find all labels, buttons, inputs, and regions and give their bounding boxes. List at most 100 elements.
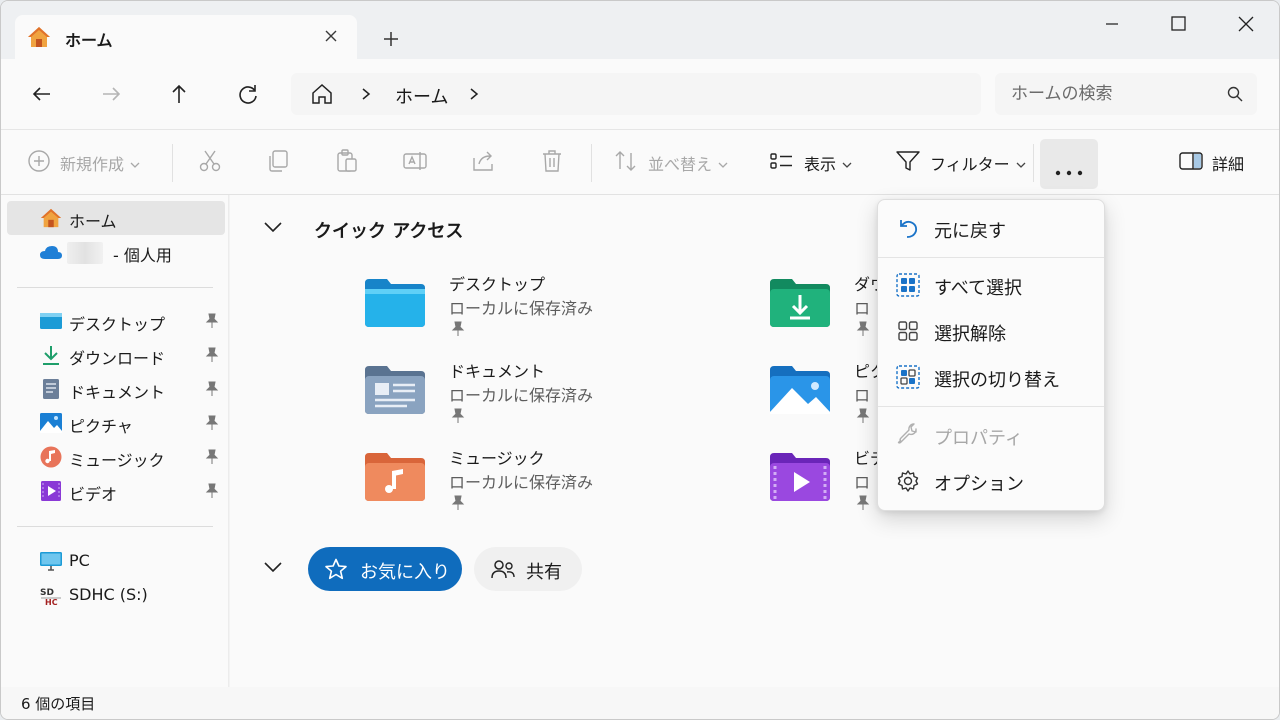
address-bar[interactable]: ホーム [291,73,981,115]
quick-access-item-documents[interactable]: ドキュメント ローカルに保存済み [363,362,663,440]
chevron-right-icon[interactable] [467,86,481,106]
details-button[interactable]: 詳細 [1179,140,1244,186]
sidebar-item-desktop[interactable]: デスクトップ [7,304,225,338]
desktop-folder-icon [363,275,427,331]
downloads-folder-icon [768,275,832,331]
refresh-button[interactable] [233,79,263,109]
delete-button[interactable] [539,140,565,186]
pin-icon[interactable] [205,415,219,435]
filter-button[interactable]: フィルター [895,140,1026,186]
sidebar-item-label: ミュージック [69,451,165,470]
menu-item-label: すべて選択 [934,278,1023,299]
pin-icon[interactable] [451,321,465,341]
sidebar-item-label: ビデオ [69,485,118,504]
item-count: 6 個の項目 [21,695,96,713]
copy-button[interactable] [265,140,291,186]
menu-item-label: 元に戻す [934,221,1006,242]
music-folder-icon [363,449,427,505]
share-button[interactable] [471,140,497,186]
sidebar-item-music[interactable]: ミュージック [7,440,225,474]
paste-icon [334,148,360,178]
collapse-chevron-icon[interactable] [262,559,284,579]
pin-icon[interactable] [856,495,870,515]
pin-icon[interactable] [451,495,465,515]
pin-icon[interactable] [205,483,219,503]
pictures-icon [39,412,63,438]
video-icon [39,480,63,506]
quick-access-heading[interactable]: クイック アクセス [314,217,463,243]
menu-item-invert-selection[interactable]: 選択の切り替え [882,357,1100,397]
status-bar: 6 個の項目 [1,687,1279,719]
sidebar-item-documents[interactable]: ドキュメント [7,372,225,406]
menu-item-label: オプション [934,474,1024,495]
sort-button[interactable]: 並べ替え [613,140,728,186]
pin-icon[interactable] [856,408,870,428]
sidebar-item-label: - 個人用 [113,246,172,265]
minimize-button[interactable] [1089,9,1135,39]
sort-icon [613,149,639,177]
sidebar-item-home[interactable]: ホーム [7,201,225,235]
chevron-right-icon[interactable] [359,86,373,106]
menu-item-undo[interactable]: 元に戻す [882,208,1100,248]
folder-status: ローカルに保存済み [449,473,594,492]
back-button[interactable] [27,79,57,109]
sidebar-item-downloads[interactable]: ダウンロード [7,338,225,372]
chevron-down-icon [842,154,852,173]
paste-button[interactable] [334,140,360,186]
pin-icon[interactable] [856,321,870,341]
content-area: クイック アクセス デスクトップ ローカルに保存済み ドキュメント ローカルに保… [230,195,1279,687]
quick-access-item-music[interactable]: ミュージック ローカルに保存済み [363,449,663,527]
close-tab-icon[interactable] [319,24,343,48]
new-button[interactable]: 新規作成 [27,140,140,186]
menu-item-select-all[interactable]: すべて選択 [882,265,1100,305]
command-bar: 新規作成 並べ替え 表示 フィルター 詳細 [1,129,1279,195]
more-horizontal-icon [1055,161,1083,180]
folder-status: ロ [854,386,871,405]
pin-icon[interactable] [205,313,219,333]
quick-access-item-desktop[interactable]: デスクトップ ローカルに保存済み [363,275,663,353]
folder-status: ローカルに保存済み [449,299,594,318]
menu-item-properties[interactable]: プロパティ [882,415,1100,455]
rename-button[interactable] [402,140,428,186]
cut-button[interactable] [197,140,223,186]
menu-item-options[interactable]: オプション [882,461,1100,501]
menu-divider [878,406,1104,407]
select-all-icon [896,273,920,302]
search-icon[interactable] [1227,86,1243,106]
close-window-button[interactable] [1223,9,1269,39]
breadcrumb-home[interactable]: ホーム [395,83,448,109]
sidebar-item-pc[interactable]: PC [7,544,225,578]
pin-icon[interactable] [205,449,219,469]
sidebar-item-onedrive[interactable]: - 個人用 [7,235,225,269]
menu-item-select-none[interactable]: 選択解除 [882,311,1100,351]
home-outline-icon[interactable] [309,81,335,111]
view-button[interactable]: 表示 [769,140,852,186]
pin-icon[interactable] [451,408,465,428]
sidebar-item-videos[interactable]: ビデオ [7,474,225,508]
invert-selection-icon [896,365,920,394]
up-button[interactable] [164,79,194,109]
forward-button[interactable] [96,79,126,109]
rename-icon [402,148,428,178]
sidebar-item-pictures[interactable]: ピクチャ [7,406,225,440]
shared-filter-button[interactable]: 共有 [474,547,582,591]
pin-icon[interactable] [205,381,219,401]
sidebar-item-label: ドキュメント [69,383,166,402]
maximize-button[interactable] [1155,9,1201,39]
collapse-chevron-icon[interactable] [262,219,284,239]
folder-name: デスクトップ [449,275,546,294]
folder-status: ローカルに保存済み [449,386,594,405]
tab-title: ホーム [65,31,113,50]
undo-icon [896,216,920,245]
videos-folder-icon [768,449,832,505]
tab-home[interactable]: ホーム [15,15,357,59]
pin-icon[interactable] [205,347,219,367]
sidebar-item-sd-card[interactable]: SD HC SDHC (S:) [7,578,225,612]
search-input[interactable] [1011,82,1221,106]
new-tab-button[interactable] [377,25,405,53]
more-options-button[interactable] [1040,139,1098,189]
sidebar-item-label: ホーム [69,212,117,231]
search-box[interactable] [995,73,1257,115]
favorites-filter-button[interactable]: お気に入り [308,547,462,591]
star-icon [324,558,348,585]
